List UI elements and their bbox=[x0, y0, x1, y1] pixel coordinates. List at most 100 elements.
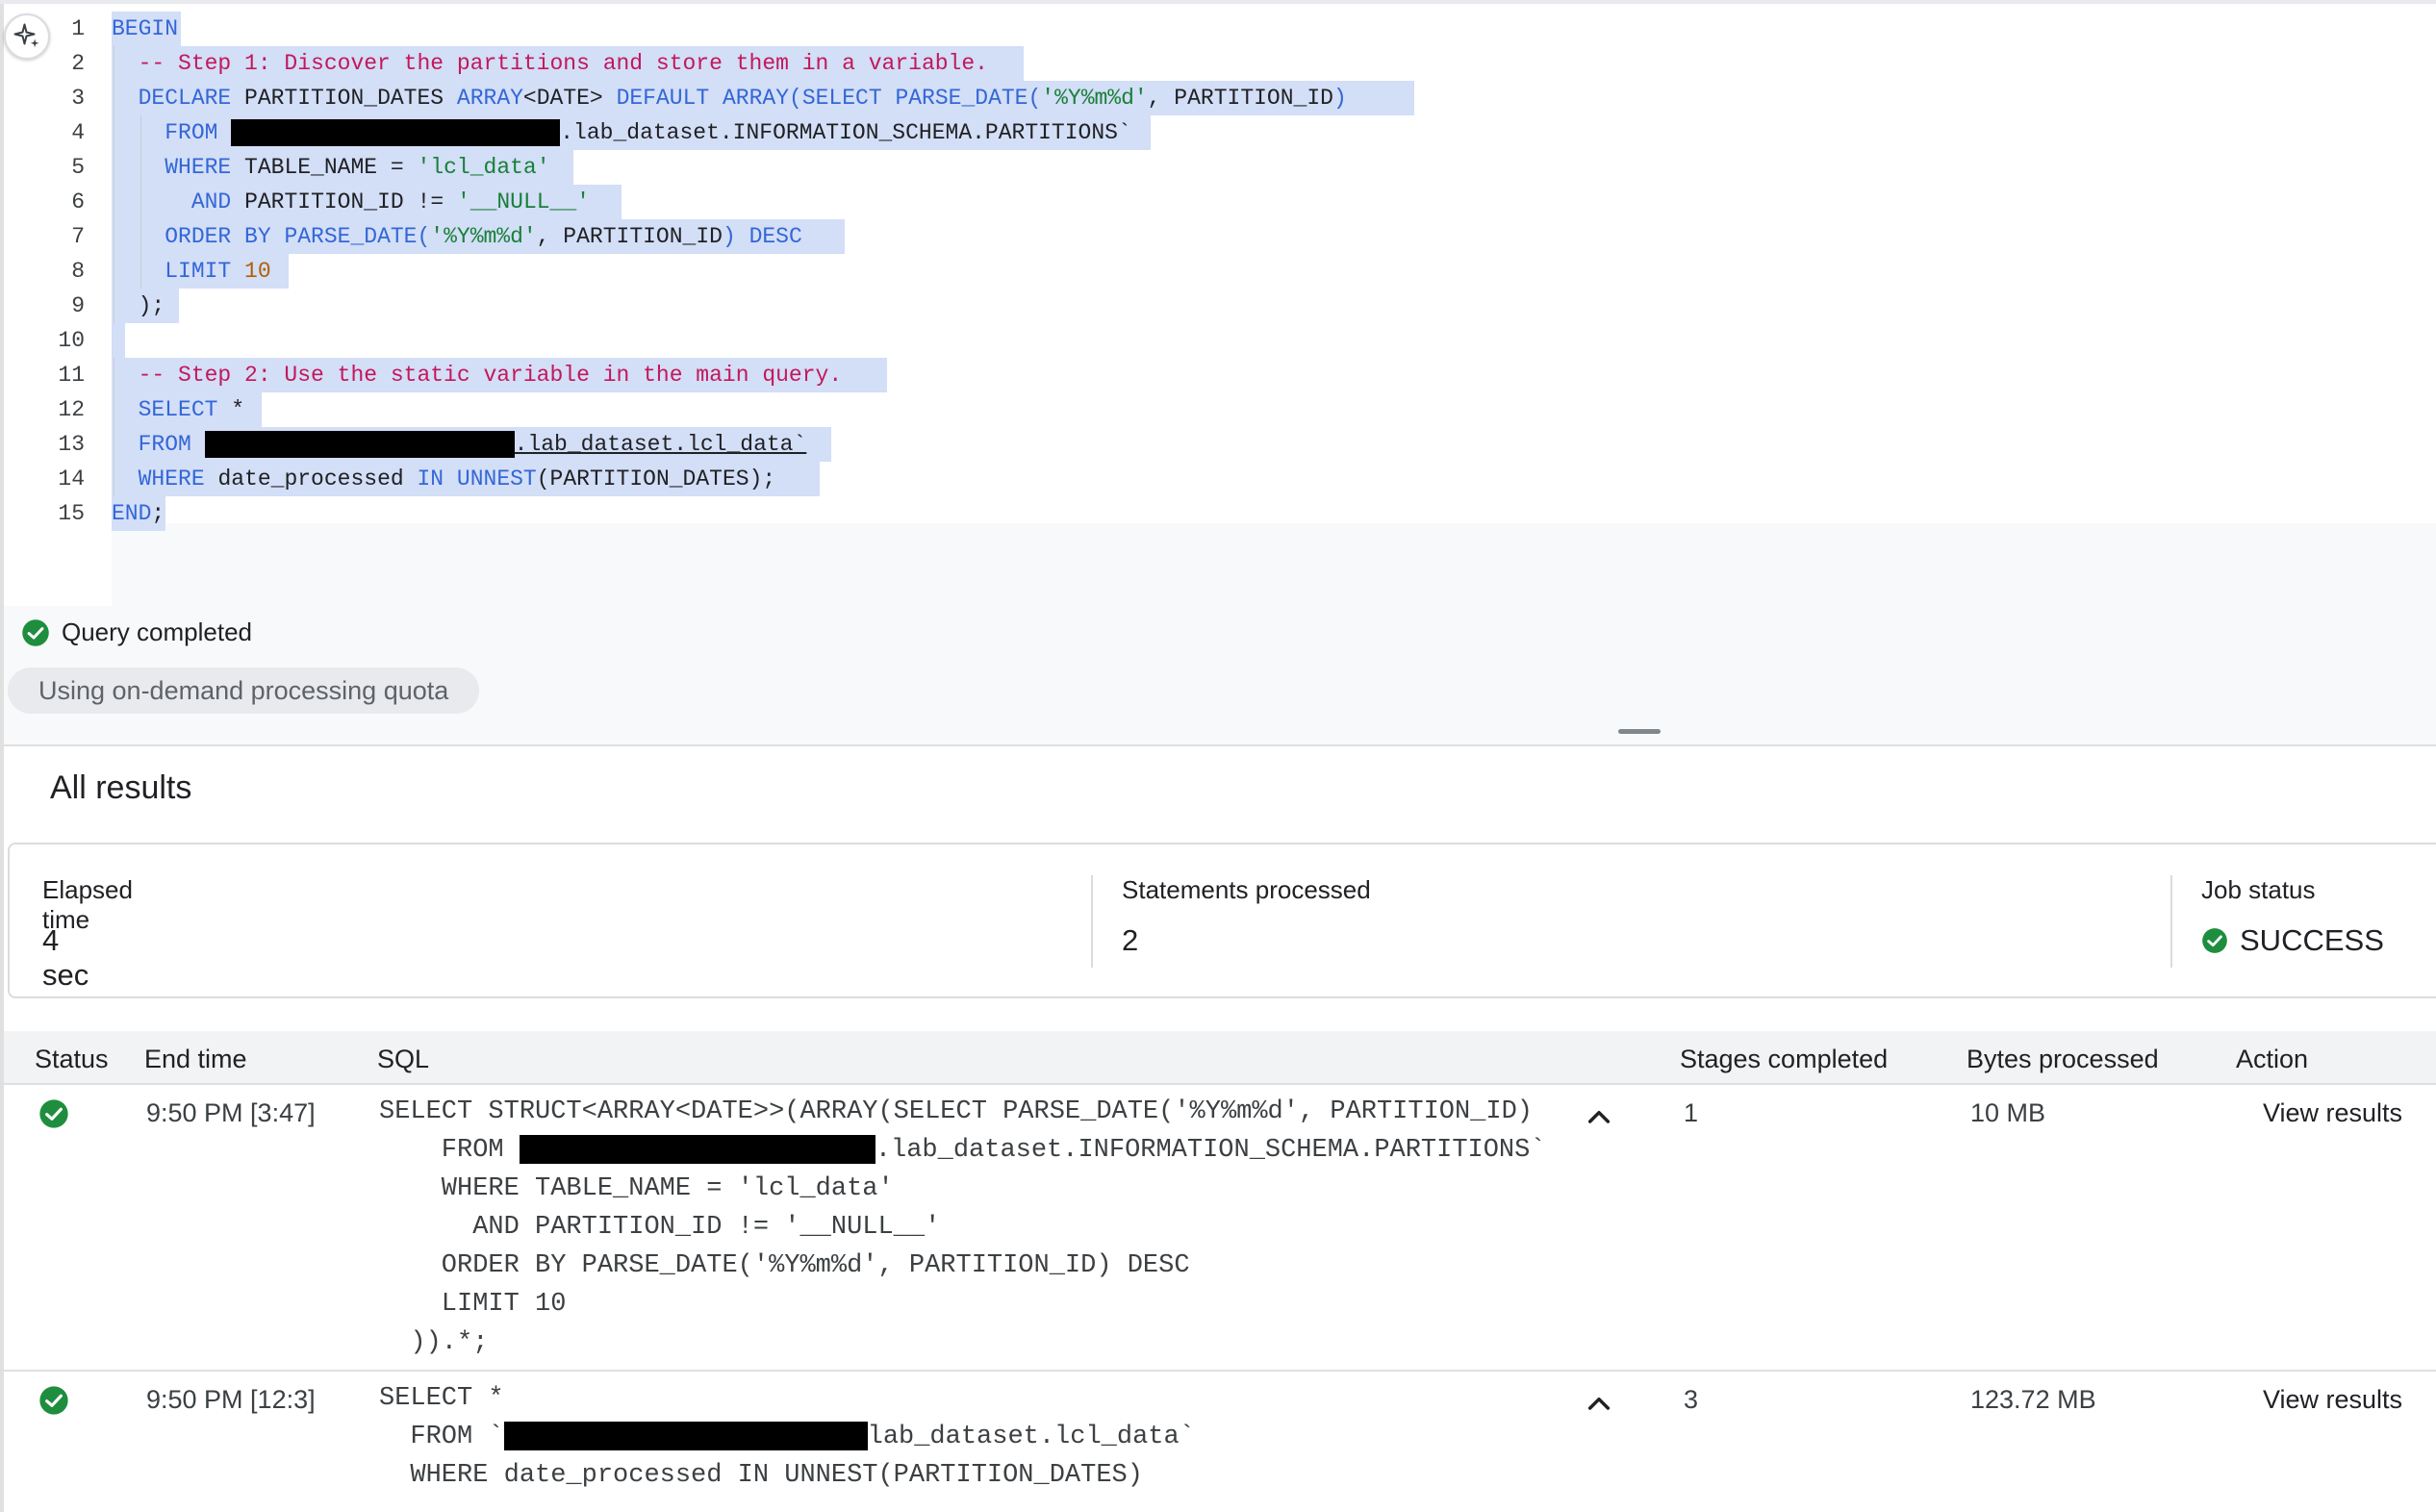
column-header-status[interactable]: Status bbox=[35, 1045, 109, 1074]
code-token: ARRAY bbox=[456, 86, 523, 111]
sql-line: FROM bbox=[379, 1136, 520, 1165]
sql-line: SELECT * bbox=[379, 1384, 504, 1413]
code-line-6: AND PARTITION_ID != '__NULL__' bbox=[112, 185, 590, 219]
line-number: 3 bbox=[71, 86, 85, 111]
code-token: FROM bbox=[165, 120, 218, 145]
line-number: 9 bbox=[71, 293, 85, 318]
code-token: <DATE> bbox=[522, 86, 603, 111]
line-number: 7 bbox=[71, 224, 85, 249]
bytes-processed: 10 MB bbox=[1970, 1098, 2046, 1127]
code-comment: -- Step 2: Use the static variable in th… bbox=[138, 363, 843, 388]
view-results-link[interactable]: View results bbox=[2263, 1385, 2402, 1415]
code-token: PARTITION_ID bbox=[244, 189, 404, 214]
sql-text: SELECT * FROM ` lab_dataset.lcl_data` WHE… bbox=[379, 1379, 1195, 1495]
code-token: ) bbox=[1332, 86, 1347, 111]
code-token: PARSE_DATE( bbox=[284, 224, 431, 249]
query-status-area: Query completed Using on-demand processi… bbox=[0, 606, 2436, 744]
sql-line: SELECT STRUCT<ARRAY<DATE>>(ARRAY(SELECT … bbox=[379, 1097, 1533, 1126]
code-token: DECLARE bbox=[138, 86, 232, 111]
line-number: 12 bbox=[58, 397, 85, 422]
query-status: Query completed bbox=[21, 617, 252, 647]
code-line-3: DECLARE PARTITION_DATES ARRAY<DATE> DEFA… bbox=[112, 81, 1347, 115]
column-header-sql[interactable]: SQL bbox=[377, 1045, 429, 1074]
code-token: LIMIT bbox=[165, 259, 232, 284]
sparkle-icon[interactable] bbox=[4, 13, 50, 60]
code-line-4: FROM .lab_dataset.INFORMATION_SCHEMA.PAR… bbox=[112, 115, 1131, 150]
code-token: WHERE bbox=[138, 466, 205, 491]
table-row: 9:50 PM [12:3] SELECT * FROM ` lab_datase… bbox=[4, 1372, 2436, 1512]
stages-completed: 3 bbox=[1684, 1385, 1699, 1414]
code-token: ; bbox=[151, 501, 165, 526]
check-circle-icon bbox=[22, 618, 49, 646]
line-number: 11 bbox=[58, 363, 85, 388]
code-line-8: LIMIT 10 bbox=[112, 254, 271, 289]
results-panel: All results Elapsed time 4 sec Statement… bbox=[0, 744, 2436, 1512]
sql-line: )).*; bbox=[379, 1328, 489, 1357]
chevron-up-icon[interactable] bbox=[1584, 1102, 1614, 1133]
redacted-block bbox=[231, 118, 561, 146]
check-circle-icon bbox=[39, 1099, 68, 1128]
divider bbox=[2170, 875, 2172, 968]
redacted-block bbox=[503, 1421, 868, 1450]
code-string: '%Y%m%d' bbox=[1041, 86, 1148, 111]
code-number: 10 bbox=[244, 259, 271, 284]
code-line-13: FROM .lab_dataset.lcl_data` bbox=[112, 427, 806, 462]
code-line-5: WHERE TABLE_NAME = 'lcl_data' bbox=[112, 150, 549, 185]
elapsed-value: 4 sec bbox=[42, 923, 89, 992]
stat-label: Statements processed bbox=[1122, 875, 1371, 904]
summary-card: Elapsed time 4 sec Statements processed … bbox=[8, 843, 2436, 998]
code-token: AND bbox=[190, 189, 232, 214]
quota-chip[interactable]: Using on-demand processing quota bbox=[8, 668, 480, 714]
code-token: ) bbox=[722, 224, 736, 249]
column-header-stages[interactable]: Stages completed bbox=[1680, 1045, 1888, 1074]
code-token: TABLE_NAME bbox=[244, 155, 378, 180]
code-token: , PARTITION_ID bbox=[1147, 86, 1333, 111]
sql-line: FROM ` bbox=[379, 1423, 504, 1451]
stat-label: Job status bbox=[2201, 875, 2316, 904]
code-line-1: BEGIN bbox=[112, 12, 178, 46]
code-string: '__NULL__' bbox=[456, 189, 590, 214]
sql-line: ORDER BY PARSE_DATE('%Y%m%d', PARTITION_… bbox=[379, 1251, 1190, 1280]
column-header-action[interactable]: Action bbox=[2236, 1045, 2308, 1074]
code-line-9: ); bbox=[112, 289, 165, 323]
code-editor[interactable]: 1 2 3 4 5 6 7 8 9 10 11 12 13 14 15 BEGI… bbox=[0, 0, 2436, 606]
chevron-up-icon[interactable] bbox=[1584, 1389, 1614, 1420]
code-token: PARSE_DATE( bbox=[895, 86, 1042, 111]
line-number: 6 bbox=[71, 189, 85, 214]
line-number: 13 bbox=[58, 432, 85, 457]
sql-line: LIMIT 10 bbox=[379, 1290, 567, 1319]
stages-completed: 1 bbox=[1684, 1098, 1699, 1127]
code-string: '%Y%m%d' bbox=[430, 224, 537, 249]
code-token: ARRAY bbox=[723, 86, 790, 111]
bytes-processed: 123.72 MB bbox=[1970, 1385, 2096, 1414]
sql-line: WHERE TABLE_NAME = 'lcl_data' bbox=[379, 1174, 894, 1203]
code-line-15: END; bbox=[112, 496, 165, 531]
column-header-bytes[interactable]: Bytes processed bbox=[1967, 1045, 2159, 1074]
code-token: DEFAULT bbox=[616, 86, 710, 111]
line-number: 15 bbox=[58, 501, 85, 526]
stat-value: SUCCESS bbox=[2201, 923, 2384, 958]
divider bbox=[1091, 875, 1093, 968]
editor-empty-area bbox=[112, 523, 2436, 606]
redacted-block bbox=[204, 430, 515, 458]
column-header-end-time[interactable]: End time bbox=[144, 1045, 247, 1074]
stat-value: 4 sec bbox=[42, 923, 89, 993]
code-token: PARTITION_DATES bbox=[244, 86, 444, 111]
view-results-link[interactable]: View results bbox=[2263, 1098, 2402, 1128]
redacted-block bbox=[519, 1134, 875, 1164]
code-token: SELECT bbox=[138, 397, 218, 422]
query-status-text: Query completed bbox=[62, 617, 252, 646]
statements-value: 2 bbox=[1122, 923, 1139, 957]
sql-line: lab_dataset.lcl_data` bbox=[867, 1423, 1195, 1451]
sql-line: WHERE date_processed IN UNNEST(PARTITION… bbox=[379, 1461, 1143, 1490]
sql-line: .lab_dataset.INFORMATION_SCHEMA.PARTITIO… bbox=[875, 1136, 1546, 1165]
code-token: * bbox=[231, 397, 245, 422]
resize-handle[interactable] bbox=[1618, 729, 1661, 734]
check-circle-icon bbox=[39, 1386, 68, 1415]
code-line-14: WHERE date_processed IN UNNEST(PARTITION… bbox=[112, 462, 776, 496]
code-token: (PARTITION_DATES); bbox=[536, 466, 776, 491]
code-comment: -- Step 1: Discover the partitions and s… bbox=[138, 51, 988, 76]
sql-line: AND PARTITION_ID != '__NULL__' bbox=[379, 1213, 941, 1242]
code-line-7: ORDER BY PARSE_DATE('%Y%m%d', PARTITION_… bbox=[112, 219, 802, 254]
code-token: .lab_dataset.INFORMATION_SCHEMA.PARTITIO… bbox=[560, 120, 1131, 145]
